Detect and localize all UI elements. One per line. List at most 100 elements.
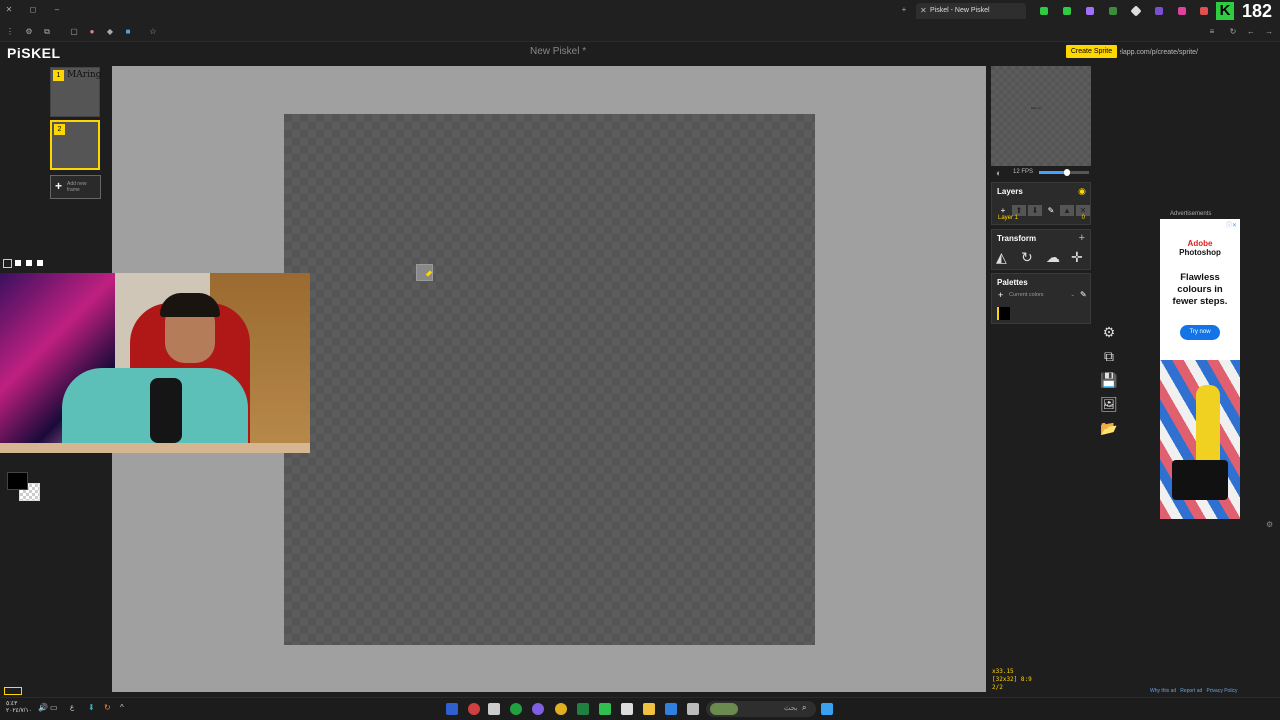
frame-number: 2 — [54, 124, 65, 135]
create-sprite-button[interactable]: Create Sprite — [1066, 45, 1117, 58]
edit-palette-icon[interactable]: ✎ — [1080, 290, 1087, 299]
animation-preview[interactable]: MAring — [991, 66, 1091, 166]
taskbar-chrome-red-icon[interactable] — [468, 703, 480, 715]
pen-size-3-button[interactable] — [26, 260, 32, 266]
volume-icon[interactable]: 🔊 — [38, 703, 48, 712]
settings-sliders-icon[interactable]: ≡ — [1207, 27, 1217, 37]
ad-info-icon[interactable]: ⓘ✕ — [1226, 220, 1237, 229]
transform-title: Transform — [997, 234, 1037, 243]
tray-sync-icon[interactable]: ↻ — [104, 703, 111, 712]
why-this-ad-link[interactable]: Why this ad — [1150, 688, 1176, 694]
palette-color-black[interactable] — [997, 307, 1010, 320]
frame-thumbnail-2[interactable]: 2 — [50, 120, 100, 170]
extension-feather-icon[interactable] — [1155, 7, 1163, 15]
tab-icon[interactable]: ▢ — [69, 27, 79, 37]
fps-slider-track[interactable] — [1039, 169, 1089, 176]
layer-count: 0 — [1081, 215, 1085, 221]
forward-icon[interactable]: → — [1264, 27, 1274, 37]
clone-sheep-icon[interactable]: ☁ — [1046, 249, 1060, 266]
export-image-icon[interactable]: 🖼 — [1100, 395, 1118, 413]
tab-piskel[interactable]: ✕ Piskel - New Piskel — [916, 3, 1026, 19]
piskel-logo[interactable]: PiSKEL — [7, 45, 61, 61]
close-window-icon[interactable]: ✕ — [4, 5, 14, 15]
fps-slider-handle[interactable] — [1063, 169, 1070, 176]
advertisement[interactable]: ⓘ✕ Adobe Photoshop Flawless colours in f… — [1160, 219, 1240, 519]
taskbar-file-explorer-icon[interactable] — [643, 703, 655, 715]
extension-diamond-icon[interactable] — [1130, 5, 1142, 17]
minimize-window-icon[interactable]: – — [52, 5, 62, 15]
merge-layer-icon[interactable]: ▲ — [1060, 205, 1074, 216]
tab-close-icon[interactable]: ✕ — [920, 6, 927, 15]
palettes-panel: Palettes + Current colors ⌄ ✎ — [991, 273, 1091, 324]
toggle-layer-preview-eye-icon[interactable]: ◉ — [1078, 186, 1086, 197]
extension-purple-icon[interactable] — [1086, 7, 1094, 15]
back-icon[interactable]: ← — [1246, 27, 1256, 37]
frame-thumbnail-1[interactable]: 1 MAring — [50, 67, 102, 117]
diamond-icon[interactable]: ◆ — [105, 27, 115, 37]
tray-chevron-icon[interactable]: ^ — [120, 703, 124, 712]
windows-start-icon[interactable] — [821, 703, 833, 715]
taskbar-app-purple-icon[interactable] — [532, 703, 544, 715]
taskbar-xbox-icon[interactable] — [510, 703, 522, 715]
menu-icon[interactable]: ⋮ — [5, 27, 15, 37]
pen-size-2-button[interactable] — [15, 260, 21, 266]
taskbar-app-1-icon[interactable] — [446, 703, 458, 715]
extension-green-icon[interactable] — [1109, 7, 1117, 15]
taskbar-chrome-icon[interactable] — [555, 703, 567, 715]
pen-size-1-button[interactable] — [3, 259, 12, 268]
keyboard-shortcuts-icon[interactable] — [4, 687, 22, 695]
taskbar-calculator-icon[interactable] — [621, 703, 633, 715]
language-icon[interactable]: ع — [70, 703, 74, 711]
restore-window-icon[interactable]: ◻ — [28, 5, 38, 15]
extensions-icon[interactable]: ⚙ — [24, 27, 34, 37]
extension-k2-icon[interactable] — [1063, 7, 1071, 15]
new-tab-icon[interactable]: + — [899, 5, 909, 15]
screenshot-icon[interactable]: ■ — [123, 27, 133, 37]
add-new-frame-button[interactable]: + Add new frame — [50, 175, 101, 199]
move-layer-down-icon[interactable]: ⬇ — [1028, 205, 1042, 216]
record-icon[interactable]: ● — [87, 27, 97, 37]
extension-red-icon[interactable] — [1200, 7, 1208, 15]
drawing-canvas[interactable] — [284, 114, 815, 645]
palette-select[interactable]: Current colors ⌄ — [1009, 292, 1075, 298]
ad-footer-links: Why this ad Report ad Privacy Policy — [1150, 688, 1238, 694]
taskbar-window-icon[interactable] — [687, 703, 699, 715]
extension-k-icon[interactable] — [1040, 7, 1048, 15]
taskbar-clock: ٥:٤٣ ٢٠٢٤/٧/١٠ — [6, 701, 32, 715]
report-ad-link[interactable]: Report ad — [1180, 688, 1202, 694]
tray-app-icon[interactable]: ⬇ — [88, 703, 95, 712]
plus-icon: + — [55, 179, 63, 193]
settings-gear-icon[interactable]: ⚙ — [1100, 323, 1118, 341]
rotate-icon[interactable]: ↻ — [1021, 249, 1033, 266]
pen-size-4-button[interactable] — [37, 260, 43, 266]
pencil-tip-icon — [425, 270, 433, 277]
center-align-icon[interactable]: ✛ — [1071, 249, 1083, 266]
frame-thumb-drawing: MAring — [67, 70, 102, 80]
onion-skin-icon[interactable]: ◐ — [996, 168, 1001, 178]
layer-name[interactable]: Layer 1 — [998, 215, 1018, 221]
ad-settings-icon[interactable]: ⚙ — [1266, 520, 1273, 529]
extension-instagram-icon[interactable] — [1178, 7, 1186, 15]
privacy-policy-link[interactable]: Privacy Policy — [1206, 688, 1237, 694]
flip-horizontal-icon[interactable]: ◭ — [996, 249, 1007, 266]
taskbar-edge-icon[interactable] — [665, 703, 677, 715]
transform-expand-icon[interactable]: + — [1079, 232, 1085, 244]
reload-icon[interactable]: ↻ — [1228, 27, 1238, 37]
add-palette-icon[interactable]: + — [998, 290, 1003, 300]
taskbar-notepad-icon[interactable] — [488, 703, 500, 715]
taskbar-play-icon[interactable] — [599, 703, 611, 715]
ad-product: Photoshop — [1179, 248, 1221, 257]
ad-cta-button[interactable]: Try now — [1180, 325, 1220, 340]
network-icon[interactable]: ▭ — [50, 703, 58, 712]
tab-title: Piskel - New Piskel — [930, 7, 990, 14]
split-view-icon[interactable]: ⧉ — [42, 27, 52, 37]
primary-color-swatch[interactable] — [7, 472, 28, 490]
bookmark-star-icon[interactable]: ☆ — [148, 27, 158, 37]
save-icon[interactable]: 💾 — [1100, 371, 1118, 389]
taskbar-excel-icon[interactable] — [577, 703, 589, 715]
taskbar-search-box[interactable]: بحث ⌕ — [706, 701, 816, 717]
resize-icon[interactable]: ⧉ — [1100, 347, 1118, 365]
open-folder-icon[interactable]: 📂 — [1100, 419, 1118, 437]
kick-logo-icon: K — [1216, 2, 1234, 20]
edit-layer-icon[interactable]: ✎ — [1044, 205, 1058, 216]
